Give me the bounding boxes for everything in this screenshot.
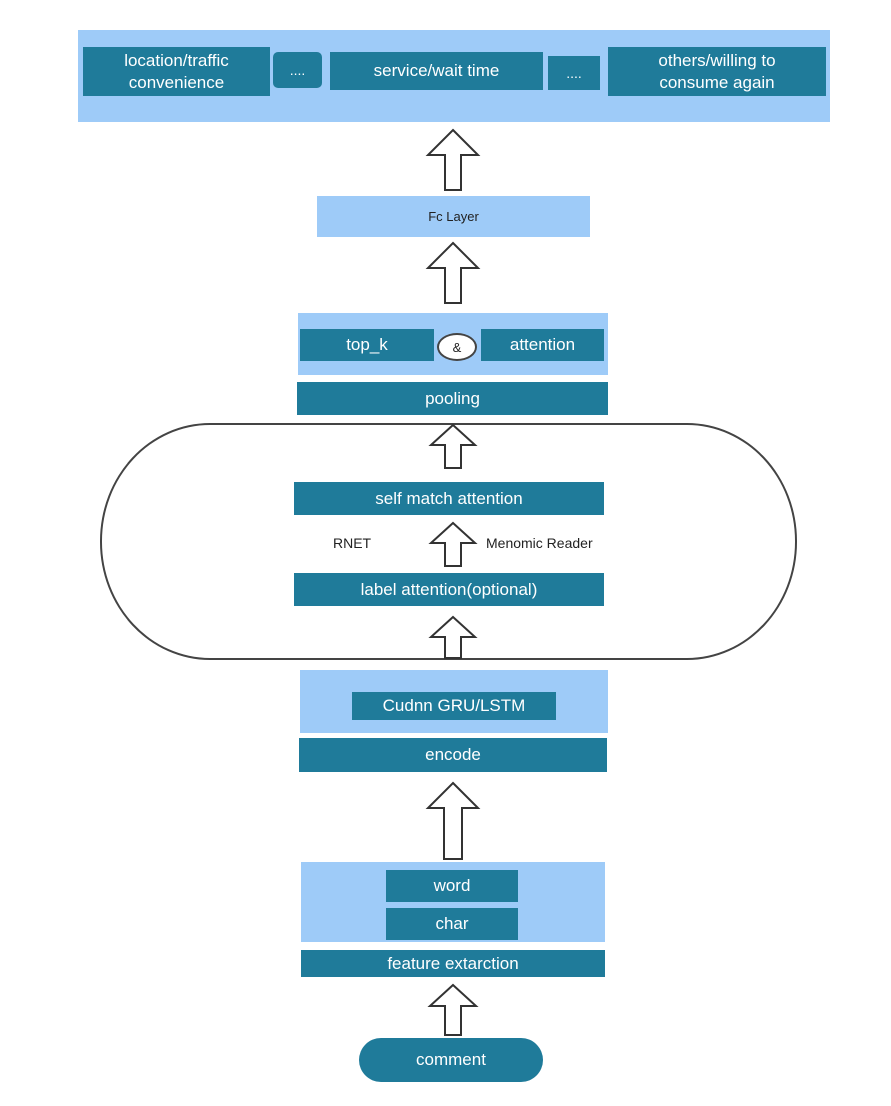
attention-box: attention (481, 329, 604, 361)
and-operator: & (437, 333, 477, 361)
rnet-label: RNET (333, 535, 372, 551)
word-box: word (386, 870, 518, 902)
top-k-box: top_k (300, 329, 434, 361)
up-arrow-icon (431, 617, 475, 658)
self-match-attention-box: self match attention (294, 482, 604, 515)
output-others-willing: others/willing to consume again (608, 47, 826, 96)
fc-layer: Fc Layer (317, 196, 590, 237)
pooling-box: pooling (297, 382, 608, 415)
encode-box: encode (299, 738, 607, 772)
up-arrow-icon (428, 130, 478, 190)
label-attention-box: label attention(optional) (294, 573, 604, 606)
up-arrow-icon (431, 523, 475, 566)
comment-input: comment (359, 1038, 543, 1082)
char-box: char (386, 908, 518, 940)
up-arrow-icon (431, 425, 475, 468)
feature-extraction-box: feature extarction (301, 950, 605, 977)
output-ellipsis-1: .... (273, 52, 322, 88)
up-arrow-icon (430, 985, 476, 1035)
output-ellipsis-2: .... (548, 56, 600, 90)
cudnn-rnn-box: Cudnn GRU/LSTM (352, 692, 556, 720)
output-service-wait-time: service/wait time (330, 52, 543, 90)
output-location-traffic: location/traffic convenience (83, 47, 270, 96)
menomic-reader-label: Menomic Reader (486, 535, 593, 551)
up-arrow-icon (428, 243, 478, 303)
up-arrow-icon (428, 783, 478, 859)
